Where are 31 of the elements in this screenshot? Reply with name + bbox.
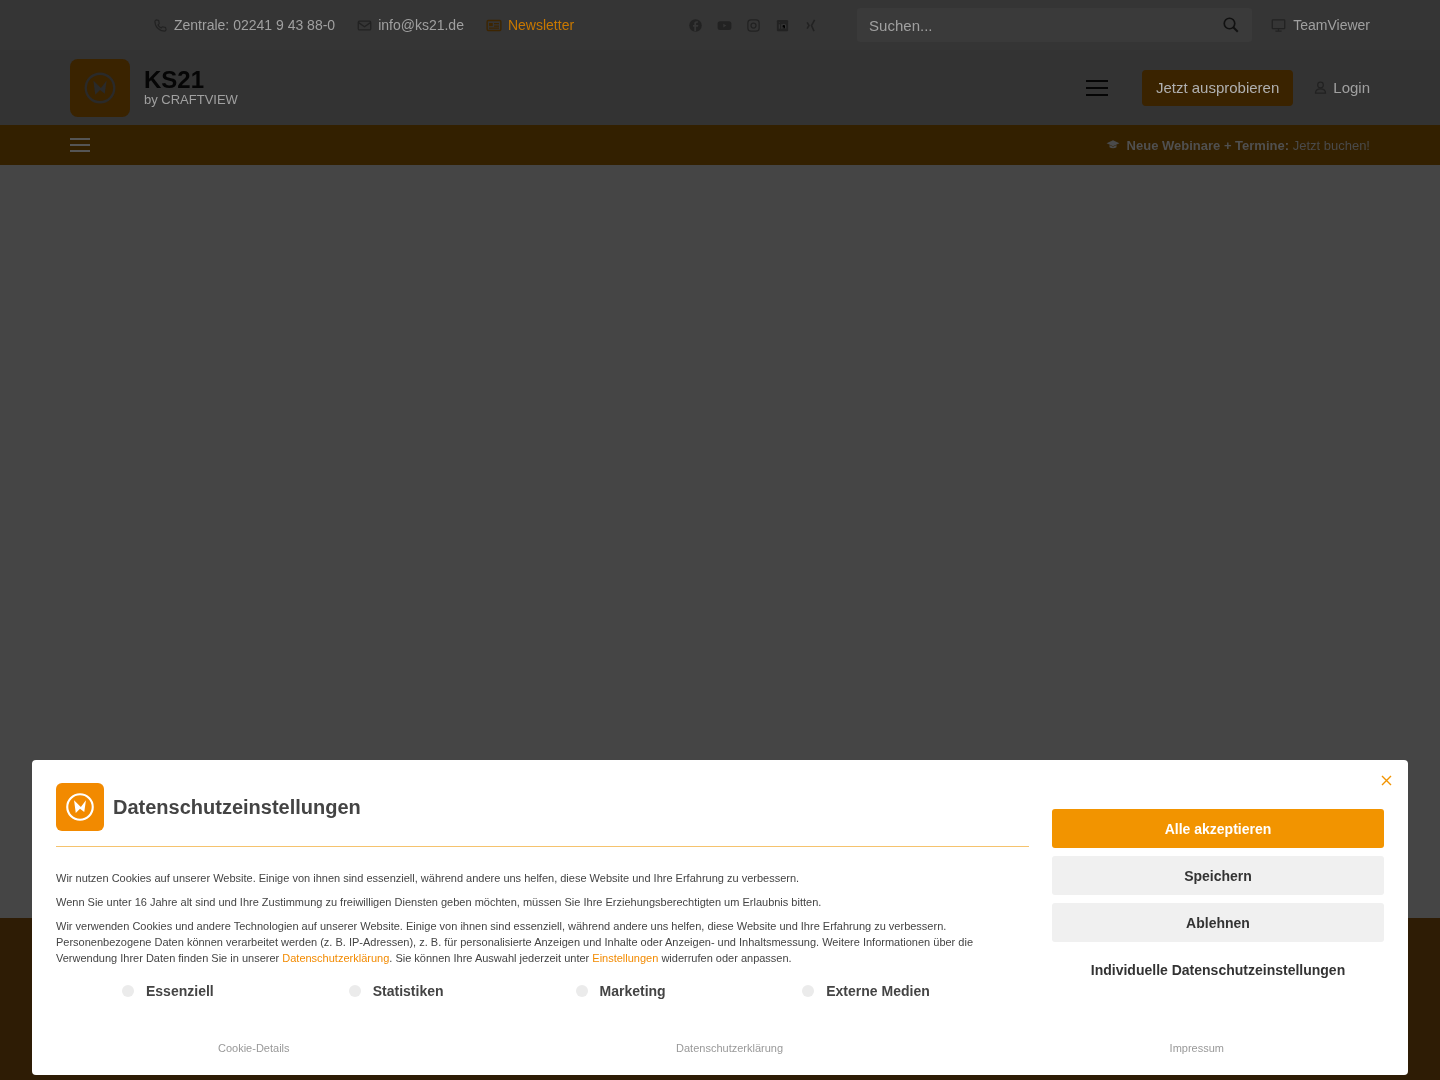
newspaper-icon bbox=[485, 17, 502, 33]
login-link[interactable]: Login bbox=[1313, 79, 1370, 96]
category-label: Marketing bbox=[599, 983, 666, 999]
phone-link[interactable]: Zentrale: 02241 9 43 88-0 bbox=[153, 17, 336, 33]
dialog-title: Datenschutzeinstellungen bbox=[113, 795, 361, 819]
newsletter-link[interactable]: Newsletter bbox=[485, 17, 575, 33]
cookie-notice-text: Wir verwenden Cookies und andere Technologien auf unserer Website. Einige von ihnen sind essenziell, während andere uns helfen, diese Website und Ihre Erfahrung zu verbessern. Personenbezogene Daten können verarbeitet werden (z. B. IP-Adressen), z. B. für personalisierte Anzeigen und Inhalte oder Anzeigen- und Inhaltsmessung. Weitere Informationen über die Verwendung Ihrer Daten finden Sie in unserer Datenschutzerklärung. Sie können Ihre Auswahl jederzeit unter Einstellungen widerrufen oder anpassen. bbox=[56, 919, 974, 966]
dialog-button[interactable]: Ablehnen bbox=[1052, 903, 1384, 942]
cookie-notice-text: Wir nutzen Cookies auf unserer Website. Einige von ihnen sind essenziell, während andere uns helfen, diese Website und Ihre Erfahrung zu verbessern. bbox=[56, 871, 801, 886]
teamviewer-link[interactable]: TeamViewer bbox=[1270, 17, 1370, 33]
category-label: Essenziell bbox=[146, 983, 214, 999]
category-label: Statistiken bbox=[372, 983, 444, 999]
logo-icon bbox=[56, 783, 104, 831]
privacy-link[interactable]: Einstellungen bbox=[592, 952, 659, 964]
logo-icon[interactable] bbox=[70, 58, 130, 117]
category-label: Externe Medien bbox=[826, 983, 930, 999]
email-link[interactable]: info@ks21.de bbox=[357, 17, 464, 33]
search-icon bbox=[1222, 16, 1241, 34]
close-button[interactable] bbox=[1381, 775, 1392, 786]
footer-link[interactable]: Impressum bbox=[1169, 1042, 1224, 1054]
menu-button[interactable] bbox=[1085, 78, 1108, 97]
search-field[interactable]: Suchen... bbox=[857, 8, 1253, 42]
dialog-button[interactable]: Speichern bbox=[1052, 856, 1384, 895]
footer-link[interactable]: Datenschutzerklärung bbox=[676, 1042, 784, 1054]
footer-link[interactable]: Cookie-Details bbox=[218, 1042, 290, 1054]
linkedin-icon[interactable] bbox=[775, 17, 791, 33]
brand-subtitle: by CRAFTVIEW bbox=[144, 91, 238, 108]
menu-button[interactable] bbox=[70, 137, 90, 153]
try-now-button[interactable]: Jetzt ausprobieren bbox=[1141, 69, 1294, 106]
cookie-notice-text: Wenn Sie unter 16 Jahre alt sind und Ihre Zustimmung zu freiwilligen Diensten geben möchten, müssen Sie Ihre Erziehungsberechtigten um Erlaubnis bitten. bbox=[56, 895, 823, 910]
custom-settings-button[interactable]: Individuelle Datenschutzeinstellungen bbox=[1052, 950, 1384, 989]
